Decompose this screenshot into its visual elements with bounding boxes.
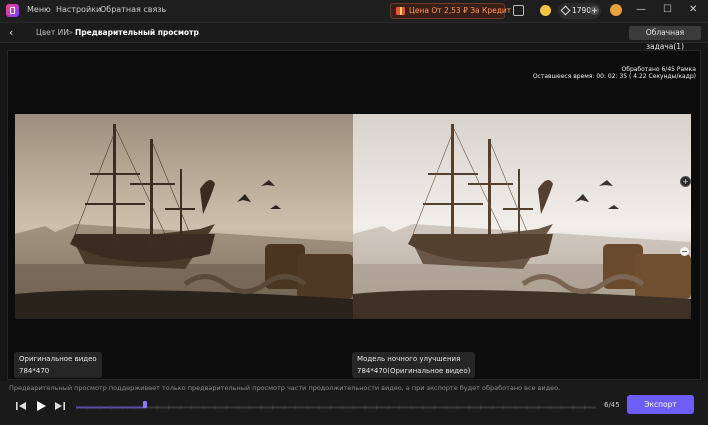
player-bar: Предварительный просмотр поддерживает то… [0, 381, 708, 425]
timeline-tick [364, 405, 366, 410]
next-frame-icon[interactable] [54, 400, 66, 412]
timeline-tick [249, 405, 250, 410]
timeline-tick [492, 405, 493, 410]
timeline-tick [341, 405, 343, 410]
credits-badge[interactable]: 1790 + [558, 3, 601, 19]
timeline-tick [203, 405, 204, 410]
timeline-tick [526, 405, 528, 410]
timeline-tick [307, 405, 308, 410]
diamond-icon [560, 5, 571, 16]
timeline-tick [76, 405, 77, 410]
timeline-tick [191, 405, 193, 410]
zoom-in-icon[interactable]: + [680, 176, 691, 187]
menu-item-settings[interactable]: Настройки [56, 5, 101, 14]
credits-value: 1790 [572, 6, 592, 15]
timeline-tick [133, 405, 135, 410]
processed-frames: Обработано 6/45 Рамка [621, 66, 696, 73]
coin-icon[interactable] [540, 5, 551, 16]
timeline-tick [260, 405, 262, 410]
timeline-tick [295, 405, 297, 410]
timeline-tick [272, 405, 273, 410]
enhanced-resolution: 784*470(Оригинальное видео) [357, 367, 471, 375]
plus-icon[interactable]: + [590, 6, 599, 15]
timeline-tick [353, 405, 354, 410]
cloud-task-button[interactable]: Облачная задача(1) [629, 26, 701, 51]
timeline-tick [434, 405, 435, 410]
timeline-tick [399, 405, 401, 410]
menu-item-feedback[interactable]: Обратная связь [100, 5, 166, 14]
timeline-tick [168, 405, 169, 410]
promo-text: Цена От 2,53 ₽ За Кредит [409, 6, 512, 15]
timeline-tick [214, 405, 216, 410]
original-caption: Оригинальное видео 784*470 [14, 352, 102, 378]
enhanced-preview [353, 114, 691, 319]
promo-banner[interactable]: Цена От 2,53 ₽ За Кредит [390, 3, 511, 19]
timeline-tick [284, 405, 285, 410]
original-resolution: 784*470 [19, 367, 50, 375]
timeline-slider[interactable] [76, 405, 596, 410]
timeline-tick [318, 405, 320, 410]
timeline-tick [480, 405, 481, 410]
timeline-thumb[interactable] [143, 401, 148, 408]
timeline-tick [503, 405, 505, 410]
maximize-icon[interactable]: ☐ [663, 4, 672, 16]
frame-counter: 6/45 [604, 401, 620, 409]
breadcrumb-bar: ‹ Цвет ИИ > Предварительный просмотр Обл… [0, 22, 708, 51]
original-preview [15, 114, 353, 319]
breadcrumb-separator: > [67, 28, 74, 37]
timeline-tick [122, 405, 123, 410]
timeline-tick [515, 405, 516, 410]
timeline-tick [411, 405, 412, 410]
timeline-tick [87, 405, 89, 410]
timeline-tick [388, 405, 389, 410]
timeline-tick [468, 405, 470, 410]
minimize-icon[interactable]: — [636, 4, 646, 16]
menu-item-menu[interactable]: Меню [27, 5, 51, 14]
timeline-tick [226, 405, 227, 410]
timeline-tick [237, 405, 239, 410]
app-logo-icon [6, 4, 19, 17]
enhanced-label: Модель ночного улучшения [357, 355, 461, 363]
close-icon[interactable]: ✕ [689, 4, 697, 16]
enhanced-caption: Модель ночного улучшения 784*470(Оригина… [352, 352, 476, 378]
timeline-tick [376, 405, 377, 410]
avatar-icon[interactable] [610, 4, 622, 16]
preview-notice: Предварительный просмотр поддерживает то… [9, 384, 561, 392]
timeline-tick [457, 405, 458, 410]
timeline-tick [156, 405, 158, 410]
timeline-tick [538, 405, 539, 410]
zoom-out-icon[interactable]: − [680, 247, 689, 256]
gift-icon [396, 7, 405, 15]
original-label: Оригинальное видео [19, 355, 97, 363]
back-icon[interactable]: ‹ [9, 26, 13, 39]
timeline-tick [99, 405, 100, 410]
prev-frame-icon[interactable] [15, 400, 27, 412]
processing-status: Обработано 6/45 Рамка Оставшееся время: … [533, 66, 696, 80]
export-button[interactable]: Экспорт [627, 395, 694, 414]
play-icon[interactable] [35, 400, 47, 412]
timeline-tick [330, 405, 331, 410]
breadcrumb-parent[interactable]: Цвет ИИ [36, 28, 69, 37]
message-icon[interactable] [513, 5, 524, 16]
remaining-time: Оставшееся время: 00: 02: 35 ( 4.22 Секу… [532, 73, 696, 80]
timeline-tick [572, 405, 574, 410]
timeline-tick [584, 405, 585, 410]
timeline-tick [549, 405, 551, 410]
timeline-tick [561, 405, 562, 410]
timeline-tick [180, 405, 181, 410]
timeline-tick [422, 405, 424, 410]
title-bar: Меню Настройки Обратная связь Цена От 2,… [0, 0, 708, 22]
timeline-tick [110, 405, 112, 410]
page-title: Предварительный просмотр [75, 28, 199, 37]
timeline-tick [445, 405, 447, 410]
